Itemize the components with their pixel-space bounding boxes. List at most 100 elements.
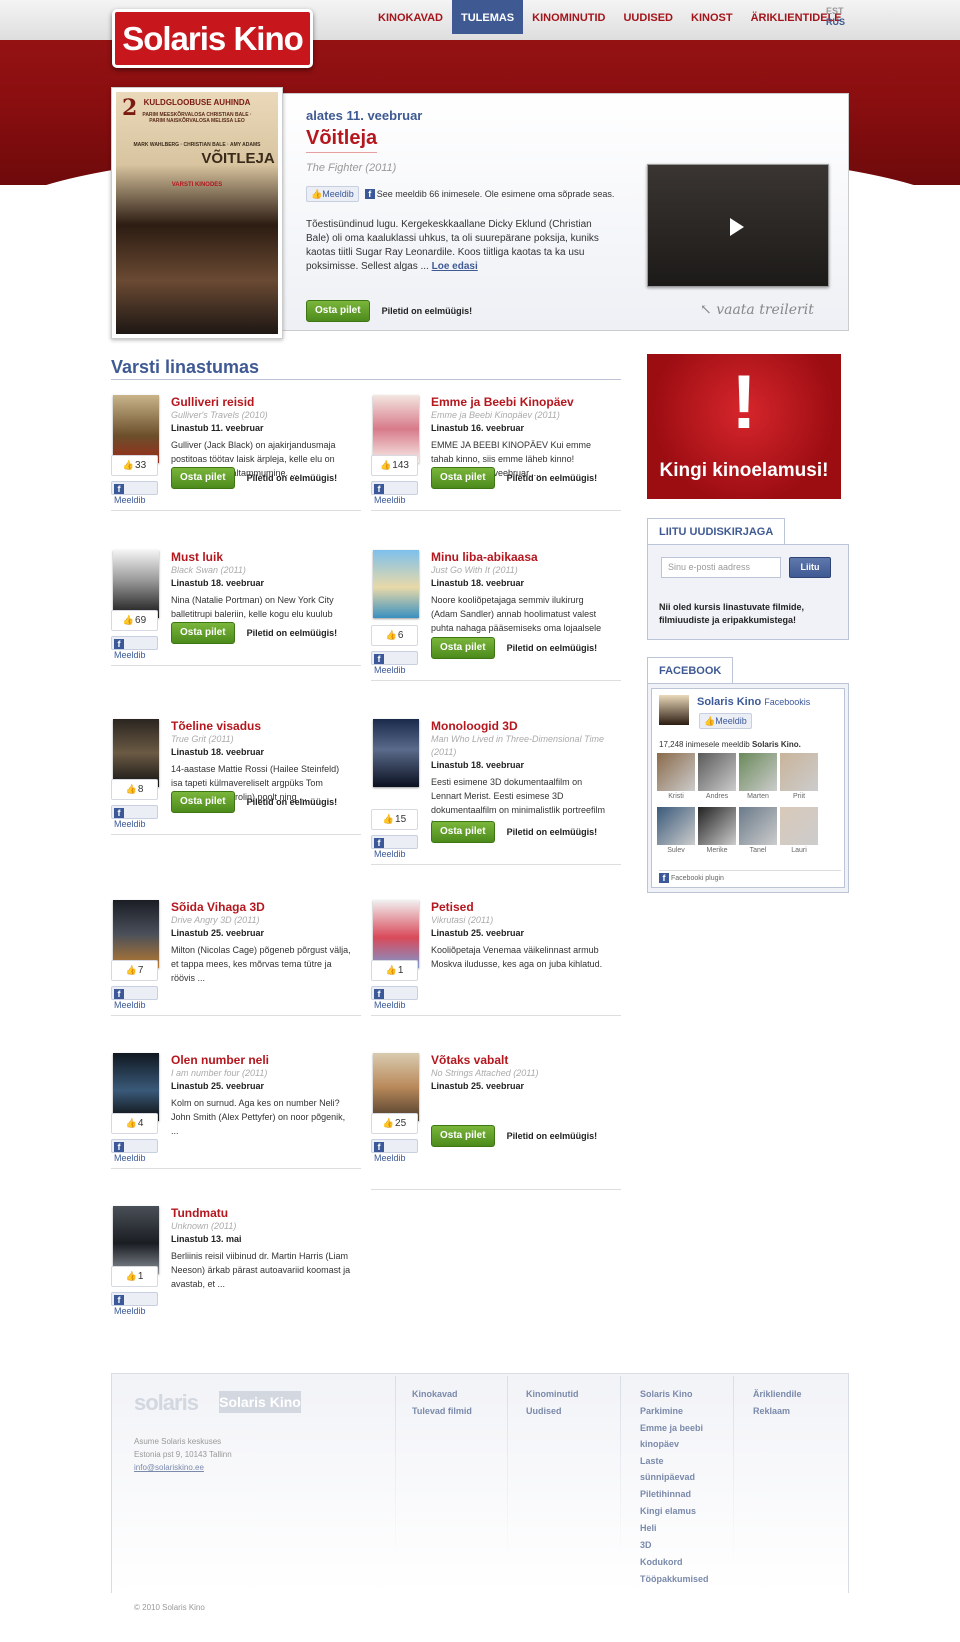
- buy-ticket-button[interactable]: Osta pilet: [171, 622, 235, 644]
- movie-original-title: Unknown (2011): [171, 1221, 237, 1231]
- facebook-fan[interactable]: Kristi: [657, 753, 698, 803]
- footer-link[interactable]: 3D: [640, 1537, 720, 1553]
- footer-link[interactable]: Solaris Kino: [640, 1386, 720, 1402]
- footer-link[interactable]: Parkimine: [640, 1403, 720, 1419]
- movie-poster-thumb[interactable]: [113, 1053, 159, 1121]
- featured-poster[interactable]: KULDGLOOBUSE AUHINDA 2 PARIM MEESKÕRVALO…: [111, 87, 283, 339]
- buy-ticket-button[interactable]: Osta pilet: [431, 1125, 495, 1147]
- footer-link[interactable]: Reklaam: [753, 1403, 802, 1419]
- footer-email-link[interactable]: info@solariskino.ee: [134, 1461, 232, 1474]
- movie-buy: Osta pilet Piletid on eelmüügis!: [431, 1125, 597, 1147]
- footer-link[interactable]: Ärikliendile: [753, 1386, 802, 1402]
- nav-item-kinokavad[interactable]: Kinokavad: [369, 0, 452, 34]
- facebook-like-button[interactable]: fMeeldib: [111, 636, 158, 660]
- footer-link[interactable]: Heli: [640, 1520, 720, 1536]
- buy-ticket-button[interactable]: Osta pilet: [171, 791, 235, 813]
- facebook-fan[interactable]: Tanel: [739, 807, 780, 857]
- facebook-like-count-bold: Solaris Kino.: [751, 740, 801, 749]
- movie-title[interactable]: Olen number neli: [171, 1053, 351, 1067]
- footer-link[interactable]: Piletihinnad: [640, 1486, 720, 1502]
- footer-link[interactable]: Tulevad filmid: [412, 1403, 472, 1419]
- trailer-video[interactable]: [647, 164, 829, 287]
- movie-buy: Osta pilet Piletid on eelmüügis!: [171, 467, 337, 489]
- facebook-like-button[interactable]: fMeeldib: [111, 1292, 158, 1316]
- footer-link[interactable]: Kingi elamus: [640, 1503, 720, 1519]
- movie-title[interactable]: Monoloogid 3D: [431, 719, 611, 733]
- facebook-icon: f: [374, 653, 384, 664]
- footer-link[interactable]: Kinokavad: [412, 1386, 472, 1402]
- facebook-fan[interactable]: Priit: [780, 753, 821, 803]
- movie-title[interactable]: Petised: [431, 900, 611, 914]
- movie-poster-thumb[interactable]: [373, 395, 419, 463]
- buy-ticket-button[interactable]: Osta pilet: [171, 467, 235, 489]
- footer-link[interactable]: Laste sünnipäevad: [640, 1453, 720, 1485]
- facebook-page-name[interactable]: Solaris Kino Facebookis: [697, 696, 810, 708]
- nav-item-tulemas[interactable]: Tulemas: [451, 0, 524, 34]
- movie-poster-thumb[interactable]: [113, 395, 159, 463]
- movie-title[interactable]: Sõida Vihaga 3D: [171, 900, 351, 914]
- facebook-like-button[interactable]: fMeeldib: [111, 481, 158, 505]
- movie-buy: Osta pilet Piletid on eelmüügis!: [431, 467, 597, 489]
- movie-poster-thumb[interactable]: [113, 1206, 159, 1274]
- movie-release-date: Linastub 25. veebruar: [171, 928, 265, 938]
- facebook-like-button[interactable]: fMeeldib: [371, 1139, 418, 1163]
- facebook-like-button[interactable]: fMeeldib: [371, 835, 418, 859]
- newsletter-email-input[interactable]: Sinu e-posti aadress: [661, 557, 781, 578]
- facebook-like-button[interactable]: fMeeldib: [371, 986, 418, 1010]
- movie-poster-thumb[interactable]: [373, 900, 419, 968]
- facebook-like-button[interactable]: fMeeldib: [371, 481, 418, 505]
- facebook-page-like-button[interactable]: 👍Meeldib: [699, 713, 752, 729]
- movie-release-date: Linastub 18. veebruar: [171, 578, 265, 588]
- footer-link[interactable]: Kodukord: [640, 1554, 720, 1570]
- facebook-fan[interactable]: Andres: [698, 753, 739, 803]
- read-more-link[interactable]: Loe edasi: [432, 261, 478, 272]
- movie-poster-thumb[interactable]: [113, 550, 159, 618]
- site-logo[interactable]: Solaris Kino: [112, 9, 313, 68]
- movie-poster-thumb[interactable]: [373, 719, 419, 787]
- movie-buy: Osta pilet Piletid on eelmüügis!: [171, 622, 337, 644]
- fan-avatar: [698, 807, 736, 845]
- movie-title[interactable]: Võtaks vabalt: [431, 1053, 611, 1067]
- featured-buy-button[interactable]: Osta pilet: [306, 300, 370, 322]
- movie-poster-thumb[interactable]: [113, 719, 159, 787]
- facebook-like-button[interactable]: fMeeldib: [111, 986, 158, 1010]
- movie-poster-thumb[interactable]: [373, 1053, 419, 1121]
- movie-poster-thumb[interactable]: [113, 900, 159, 968]
- facebook-fan[interactable]: Merike: [698, 807, 739, 857]
- movie-title[interactable]: Emme ja Beebi Kinopäev: [431, 395, 611, 409]
- movie-title[interactable]: Minu liba-abikaasa: [431, 550, 611, 564]
- movie-title[interactable]: Gulliveri reisid: [171, 395, 351, 409]
- nav-item-uudised[interactable]: Uudised: [614, 0, 682, 34]
- lang-rus[interactable]: RUS: [826, 17, 845, 28]
- footer-link[interactable]: Kinominutid: [526, 1386, 579, 1402]
- footer-logo-solaris[interactable]: solaris: [134, 1390, 199, 1416]
- footer-link[interactable]: Emme ja beebi kinopäev: [640, 1420, 720, 1452]
- facebook-like-button[interactable]: fMeeldib: [111, 1139, 158, 1163]
- footer-logo-kino[interactable]: Solaris Kino: [219, 1391, 301, 1413]
- buy-ticket-button[interactable]: Osta pilet: [431, 637, 495, 659]
- gift-promo-banner[interactable]: ! Kingi kinoelamusi!: [647, 354, 841, 499]
- footer-divider: [395, 1376, 396, 1576]
- facebook-like-button[interactable]: fMeeldib: [371, 651, 418, 675]
- movie-title[interactable]: Tundmatu: [171, 1206, 351, 1220]
- facebook-fan[interactable]: Sulev: [657, 807, 698, 857]
- movie-title[interactable]: Must luik: [171, 550, 351, 564]
- newsletter-join-button[interactable]: Liitu: [789, 557, 831, 578]
- buy-ticket-button[interactable]: Osta pilet: [431, 821, 495, 843]
- facebook-fan[interactable]: Lauri: [780, 807, 821, 857]
- footer-column-1: Kinokavad Tulevad filmid: [412, 1386, 472, 1420]
- featured-title[interactable]: Võitleja: [306, 127, 378, 153]
- poster-nominees: PARIM MEESKÕRVALOSA CHRISTIAN BALE · PAR…: [142, 112, 252, 124]
- movie-poster-thumb[interactable]: [373, 550, 419, 618]
- movie-title[interactable]: Tõeline visadus: [171, 719, 351, 733]
- facebook-fan[interactable]: Marten: [739, 753, 780, 803]
- play-icon[interactable]: [730, 218, 744, 236]
- featured-like-button[interactable]: 👍Meeldib: [306, 186, 359, 202]
- facebook-like-button[interactable]: fMeeldib: [111, 805, 158, 829]
- buy-ticket-button[interactable]: Osta pilet: [431, 467, 495, 489]
- footer-link[interactable]: Tööpakkumised: [640, 1571, 720, 1587]
- footer-link[interactable]: Uudised: [526, 1403, 579, 1419]
- lang-est[interactable]: EST: [826, 6, 845, 17]
- nav-item-kinost[interactable]: Kinost: [682, 0, 742, 34]
- nav-item-kinominutid[interactable]: Kinominutid: [523, 0, 614, 34]
